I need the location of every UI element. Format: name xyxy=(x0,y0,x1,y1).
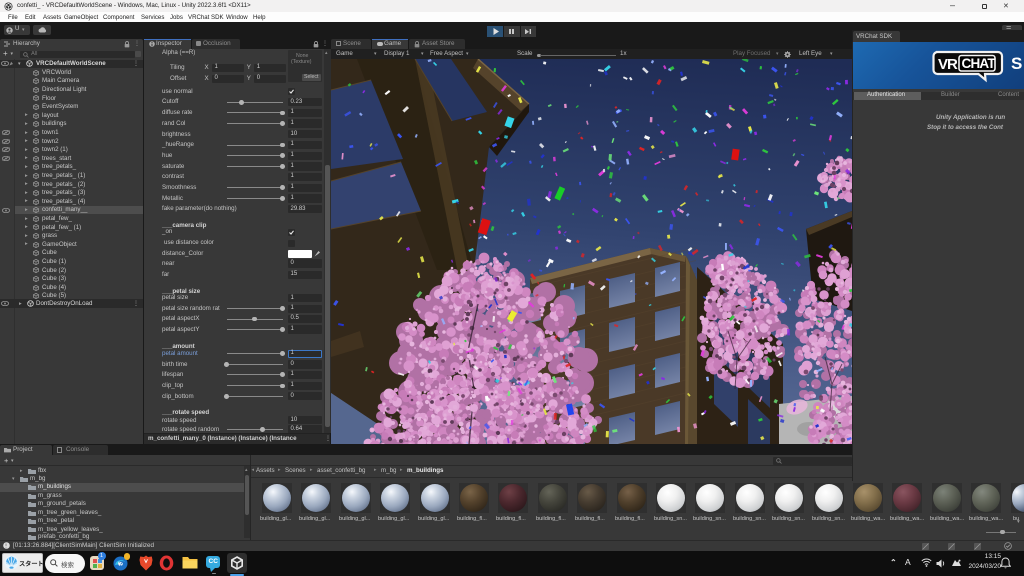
svg-text:CHAT: CHAT xyxy=(962,56,997,71)
svg-text:?: ? xyxy=(119,561,123,568)
svg-text:VR: VR xyxy=(938,56,958,73)
